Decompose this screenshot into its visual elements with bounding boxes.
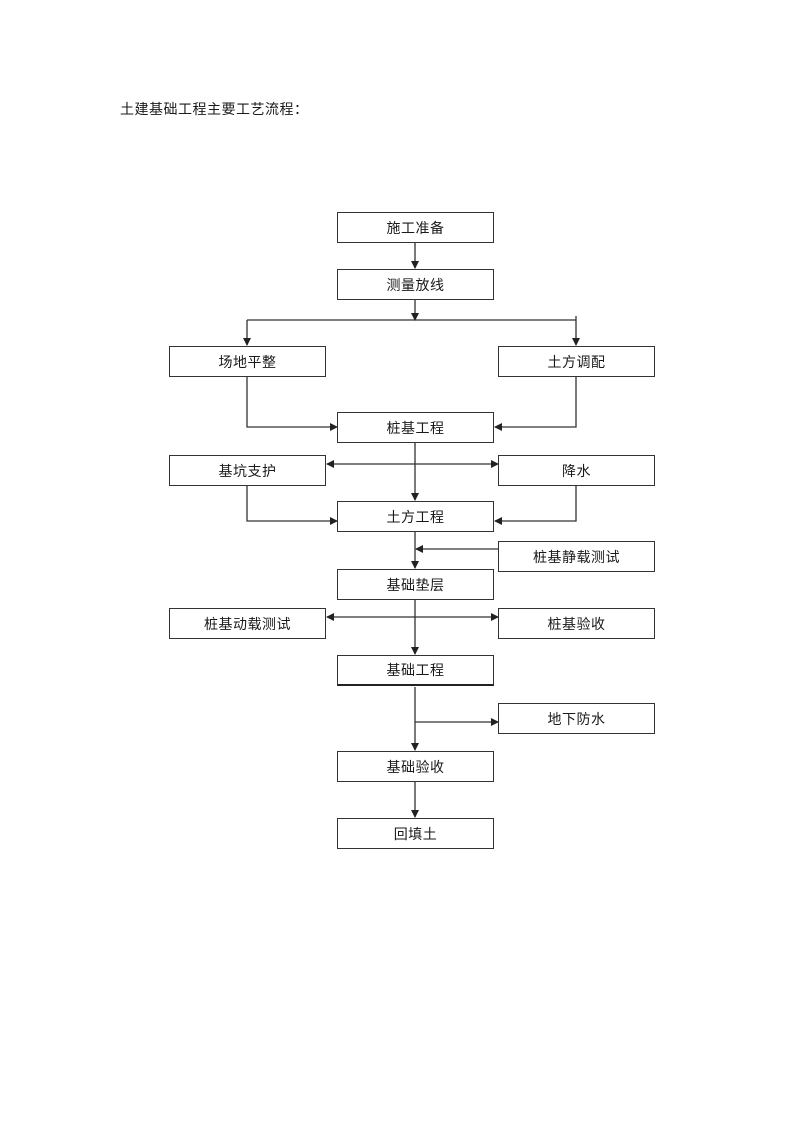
node-pile-dynamic-test: 桩基动载测试 — [169, 608, 326, 639]
arrow-pit-support-earthwork — [246, 486, 338, 525]
arrow-site-leveling-pile — [246, 377, 338, 431]
node-earth-allocation: 土方调配 — [498, 346, 655, 377]
node-pit-support: 基坑支护 — [169, 455, 326, 486]
node-pile-acceptance: 桩基验收 — [498, 608, 655, 639]
arrow-earth-allocation-pile — [494, 377, 577, 431]
node-foundation-works: 基础工程 — [337, 655, 494, 686]
node-foundation-acceptance: 基础验收 — [337, 751, 494, 782]
node-underground-waterproof: 地下防水 — [498, 703, 655, 734]
node-earthwork: 土方工程 — [337, 501, 494, 532]
node-backfill: 回填土 — [337, 818, 494, 849]
node-dewatering: 降水 — [498, 455, 655, 486]
node-site-leveling: 场地平整 — [169, 346, 326, 377]
node-prep: 施工准备 — [337, 212, 494, 243]
arrow-dewatering-earthwork — [494, 486, 577, 525]
flow-connectors — [243, 243, 580, 818]
node-survey: 测量放线 — [337, 269, 494, 300]
node-pile-static-test: 桩基静载测试 — [498, 541, 655, 572]
node-foundation-cushion: 基础垫层 — [337, 569, 494, 600]
node-pile-foundation: 桩基工程 — [337, 412, 494, 443]
